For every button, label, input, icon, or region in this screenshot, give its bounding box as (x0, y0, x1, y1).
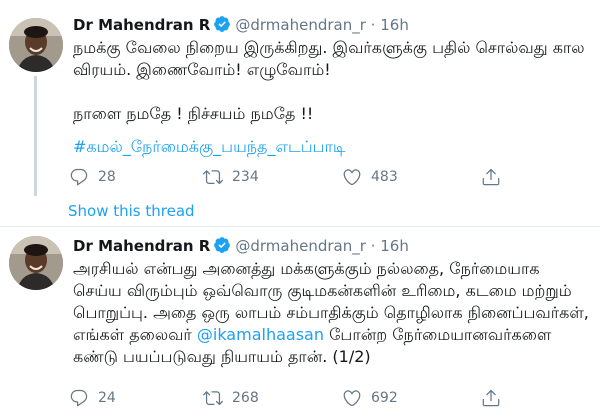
like-count: 692 (371, 390, 398, 406)
tweet-time[interactable]: 16h (380, 16, 409, 34)
mention-link[interactable]: @ikamalhaasan (197, 325, 324, 344)
tweet-time[interactable]: 16h (380, 237, 409, 255)
reply-count: 24 (98, 390, 116, 406)
avatar[interactable] (9, 236, 63, 290)
avatar[interactable] (9, 18, 63, 72)
share-icon (482, 389, 500, 407)
author-name[interactable]: Dr Mahendran R (73, 237, 210, 255)
show-thread-row[interactable]: Show this thread (0, 196, 600, 227)
tweet-actions: 24 268 692 (69, 386, 539, 410)
tweet-text: நமக்கு வேலை நிறைய இருக்கிறது. இவர்களுக்க… (73, 38, 585, 123)
hashtag-link[interactable]: #கமல்_நேர்மைக்கு_பயந்த_எடப்பாடி (73, 136, 346, 158)
share-icon (482, 168, 500, 186)
like-button[interactable]: 483 (342, 165, 398, 189)
reply-icon (70, 389, 88, 407)
separator: · (370, 237, 376, 255)
author-handle[interactable]: @drmahendran_r (235, 16, 366, 34)
tweet-text: அரசியல் என்பது அனைத்து மக்களுக்கும் நல்ல… (73, 258, 593, 368)
retweet-button[interactable]: 234 (203, 165, 259, 189)
thread-line (34, 76, 37, 196)
reply-button[interactable]: 24 (69, 386, 116, 410)
tweet[interactable]: Dr Mahendran R @drmahendran_r · 16h நமக்க… (0, 0, 600, 196)
like-count: 483 (371, 169, 398, 185)
share-button[interactable] (481, 386, 501, 410)
heart-icon (343, 169, 361, 186)
heart-icon (343, 390, 361, 407)
show-thread-link[interactable]: Show this thread (68, 202, 195, 220)
author-handle[interactable]: @drmahendran_r (235, 237, 366, 255)
author-name[interactable]: Dr Mahendran R (73, 16, 210, 34)
retweet-count: 268 (232, 390, 259, 406)
retweet-icon (203, 391, 223, 406)
tweet[interactable]: Dr Mahendran R @drmahendran_r · 16h அரசிய… (0, 227, 600, 419)
reply-icon (70, 168, 88, 186)
retweet-count: 234 (232, 169, 259, 185)
tweet-header: Dr Mahendran R @drmahendran_r · 16h (73, 14, 409, 36)
verified-badge-icon (213, 15, 231, 39)
tweet-header: Dr Mahendran R @drmahendran_r · 16h (73, 235, 409, 257)
tweet-actions: 28 234 483 (69, 165, 539, 189)
like-button[interactable]: 692 (342, 386, 398, 410)
reply-count: 28 (98, 169, 116, 185)
share-button[interactable] (481, 165, 501, 189)
separator: · (370, 16, 376, 34)
verified-badge-icon (213, 236, 231, 260)
retweet-button[interactable]: 268 (203, 386, 259, 410)
retweet-icon (203, 170, 223, 185)
reply-button[interactable]: 28 (69, 165, 116, 189)
